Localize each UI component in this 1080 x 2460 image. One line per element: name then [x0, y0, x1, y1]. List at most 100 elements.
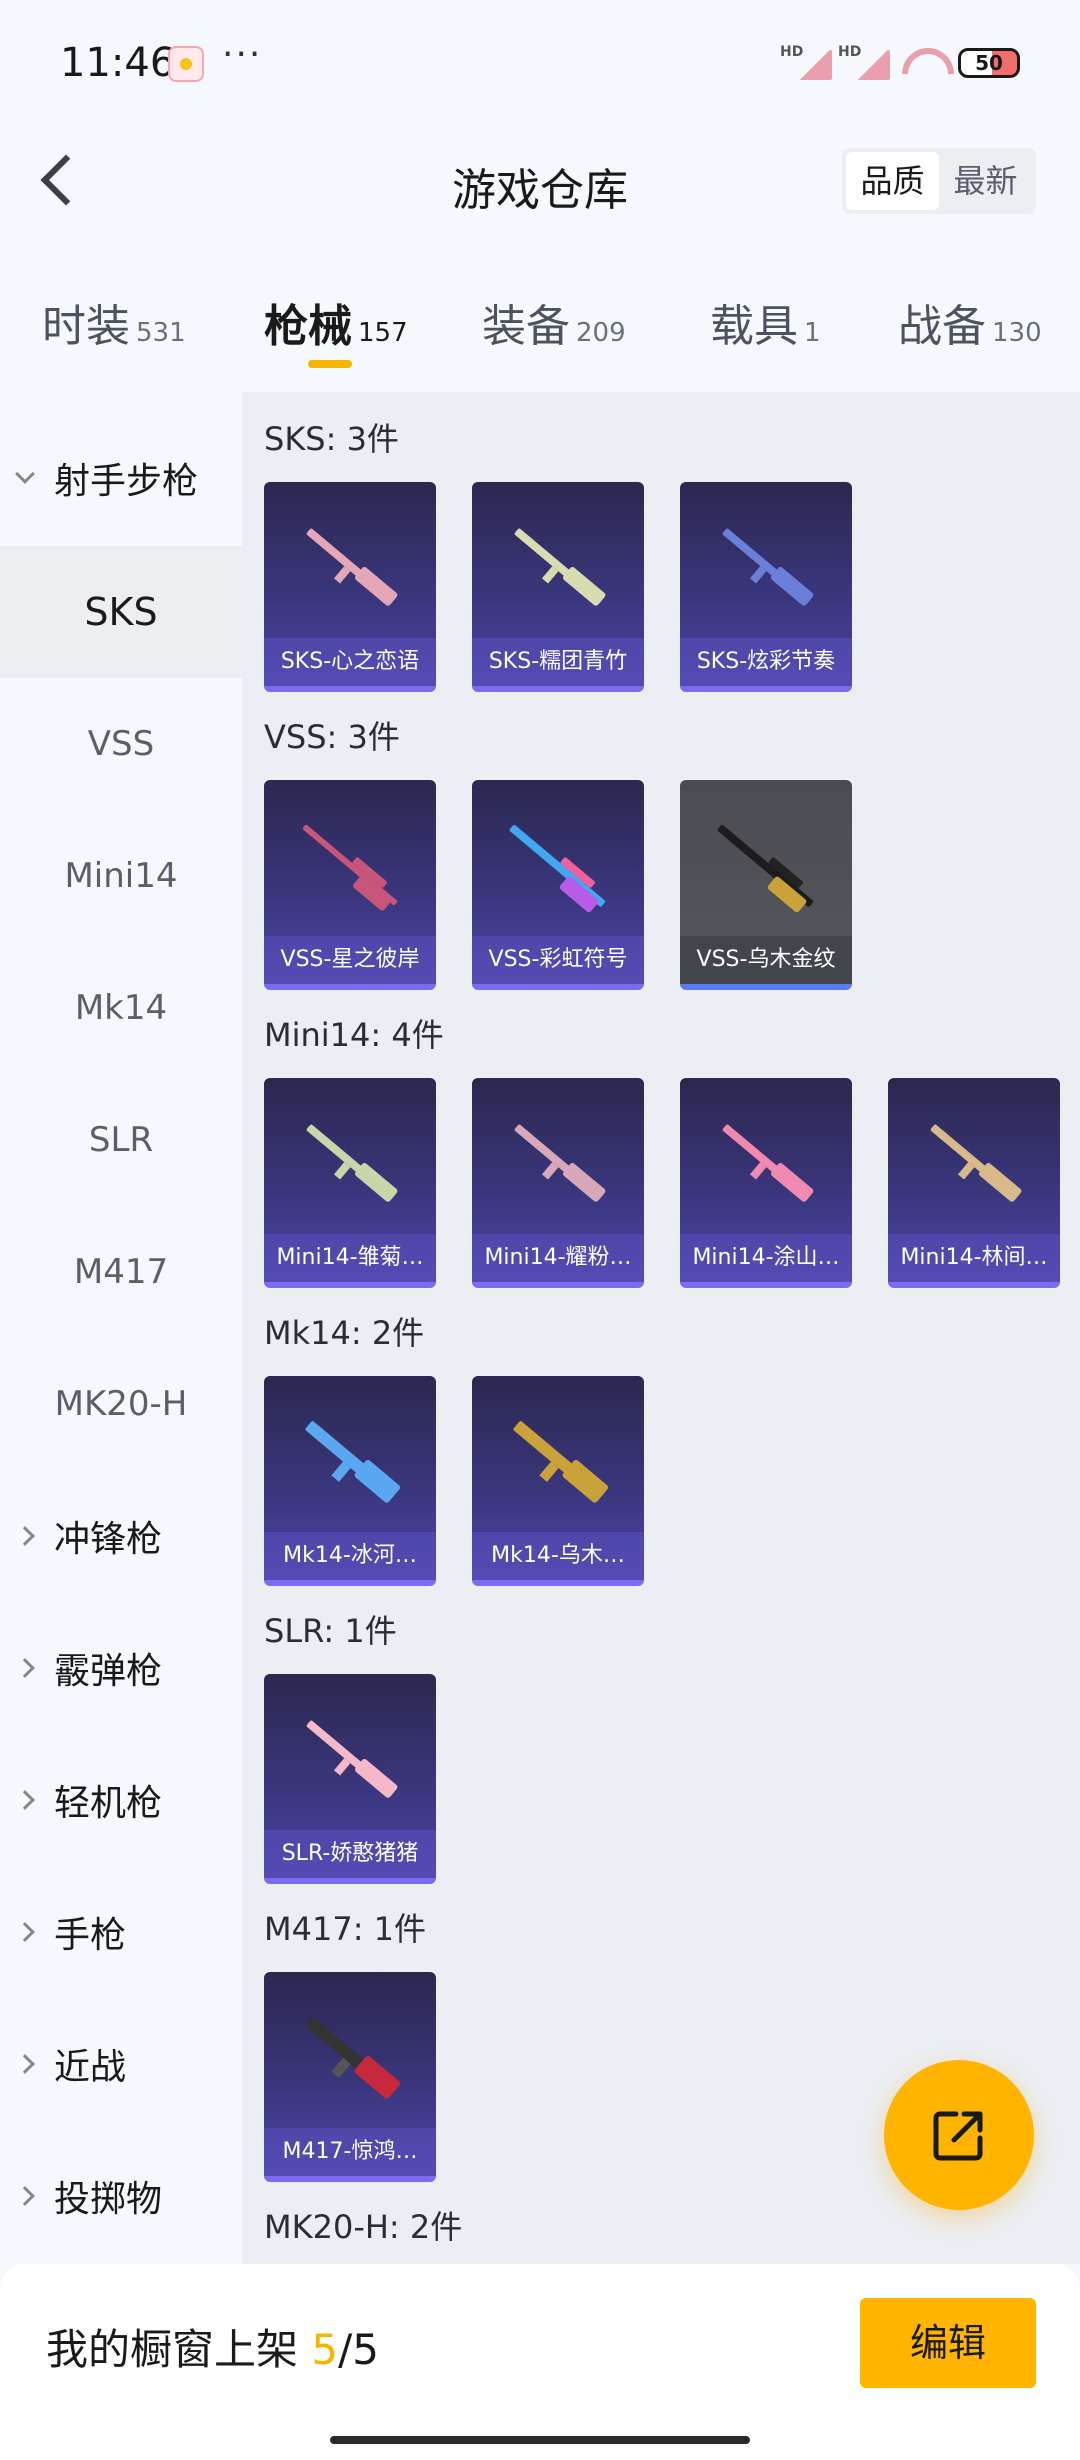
weapon-name: VSS-星之彼岸	[264, 936, 436, 984]
tab-equipment[interactable]: 装备 209	[482, 290, 626, 354]
tab-guns[interactable]: 枪械 157	[264, 290, 408, 354]
weapon-card[interactable]: Mini14-涂山…	[680, 1078, 852, 1288]
section-title-slr: SLR: 1件	[264, 1612, 397, 1650]
tab-count: 130	[992, 318, 1042, 348]
rifle-icon	[305, 1421, 401, 1503]
sidebar-group-label: 近战	[54, 2047, 127, 2088]
wifi-icon	[898, 44, 946, 80]
sidebar-group-label: 轻机枪	[54, 1783, 163, 1824]
edit-button[interactable]: 编辑	[860, 2298, 1036, 2388]
weapon-card[interactable]: Mini14-林间…	[888, 1078, 1060, 1288]
sort-latest-button[interactable]: 最新	[939, 152, 1032, 210]
chevron-down-icon	[15, 464, 35, 484]
tab-count: 1	[804, 318, 821, 348]
section-title-vss: VSS: 3件	[264, 718, 400, 756]
sniper-icon	[717, 824, 814, 913]
sidebar-group-melee[interactable]: 近战	[0, 1998, 242, 2130]
weapon-name: M417-惊鸿…	[264, 2128, 436, 2176]
sidebar-group-label: 冲锋枪	[54, 1519, 163, 1560]
sidebar-group-label: 霰弹枪	[54, 1651, 163, 1692]
rifle-icon	[514, 1124, 606, 1202]
sniper-icon	[509, 824, 606, 913]
home-indicator[interactable]	[330, 2436, 750, 2444]
sidebar-group-label: 投掷物	[54, 2179, 163, 2220]
tab-count: 157	[358, 318, 408, 348]
sort-quality-button[interactable]: 品质	[846, 152, 939, 210]
weapon-name: Mk14-乌木…	[472, 1532, 644, 1580]
sidebar-group-pistol[interactable]: 手枪	[0, 1866, 242, 1998]
tab-label: 装备	[482, 301, 570, 352]
weapon-card[interactable]: VSS-彩虹符号	[472, 780, 644, 990]
section-title-sks: SKS: 3件	[264, 420, 399, 458]
sniper-icon	[302, 824, 398, 911]
weapon-card[interactable]: Mini14-雏菊…	[264, 1078, 436, 1288]
status-time: 11:46	[60, 40, 176, 86]
tab-label: 时装	[42, 301, 130, 352]
weapon-name: SKS-糯团青竹	[472, 638, 644, 686]
weapon-card[interactable]: Mk14-乌木…	[472, 1376, 644, 1586]
sidebar-item-sks[interactable]: SKS	[0, 546, 242, 678]
weapon-name: SKS-心之恋语	[264, 638, 436, 686]
sidebar-item-mini14[interactable]: Mini14	[0, 810, 242, 942]
weapon-card[interactable]: SKS-糯团青竹	[472, 482, 644, 692]
tab-label: 战备	[898, 301, 986, 352]
chevron-right-icon	[15, 2054, 35, 2074]
category-tabs: 时装 531 枪械 157 装备 209 载具 1 战备 130	[0, 280, 1080, 370]
active-tab-indicator	[308, 360, 352, 368]
weapon-card[interactable]: SLR-娇憨猪猪	[264, 1674, 436, 1884]
chevron-right-icon	[15, 1658, 35, 1678]
section-title-m417: M417: 1件	[264, 1910, 427, 1948]
sidebar-item-mk14[interactable]: Mk14	[0, 942, 242, 1074]
sidebar-group-lmg[interactable]: 轻机枪	[0, 1734, 242, 1866]
chevron-right-icon	[15, 1526, 35, 1546]
weapon-card[interactable]: Mini14-耀粉…	[472, 1078, 644, 1288]
weapon-card[interactable]: SKS-炫彩节奏	[680, 482, 852, 692]
bottom-bar: 我的橱窗上架 5/5 编辑	[0, 2264, 1080, 2460]
signal-icon: HD	[780, 44, 832, 80]
showcase-total: /5	[338, 2325, 379, 2374]
tab-count: 531	[136, 318, 186, 348]
weapon-card[interactable]: Mk14-冰河…	[264, 1376, 436, 1586]
sidebar-group-throwable[interactable]: 投掷物	[0, 2130, 242, 2262]
rifle-icon	[306, 1124, 398, 1202]
more-notifications-icon: ···	[222, 34, 263, 75]
app-notification-icon	[168, 46, 204, 82]
chevron-right-icon	[15, 1790, 35, 1810]
weapon-name: Mini14-雏菊…	[264, 1234, 436, 1282]
weapon-list[interactable]: SKS: 3件 SKS-心之恋语 SKS-糯团青竹 SKS-炫彩节奏 VSS: …	[242, 392, 1080, 2264]
tab-fashion[interactable]: 时装 531	[42, 290, 186, 354]
sidebar-group-shotgun[interactable]: 霰弹枪	[0, 1602, 242, 1734]
weapon-card[interactable]: M417-惊鸿…	[264, 1972, 436, 2182]
sort-toggle: 品质 最新	[842, 148, 1036, 214]
sidebar-item-slr[interactable]: SLR	[0, 1074, 242, 1206]
sidebar-item-mk20h[interactable]: MK20-H	[0, 1338, 242, 1470]
tab-supplies[interactable]: 战备 130	[898, 290, 1042, 354]
weapon-name: Mk14-冰河…	[264, 1532, 436, 1580]
sidebar-group-marksman[interactable]: 射手步枪	[0, 412, 242, 544]
rifle-icon	[306, 1720, 398, 1798]
weapon-name: VSS-乌木金纹	[680, 936, 852, 984]
sidebar-item-vss[interactable]: VSS	[0, 678, 242, 810]
weapon-card[interactable]: SKS-心之恋语	[264, 482, 436, 692]
sidebar-item-m417[interactable]: M417	[0, 1206, 242, 1338]
tab-vehicles[interactable]: 载具 1	[710, 290, 821, 354]
weapon-card[interactable]: VSS-星之彼岸	[264, 780, 436, 990]
weapon-name: SLR-娇憨猪猪	[264, 1830, 436, 1878]
share-fab-button[interactable]	[884, 2060, 1034, 2210]
sidebar-group-label: 手枪	[54, 1915, 127, 1956]
rifle-icon	[513, 1421, 609, 1503]
sidebar-group-smg[interactable]: 冲锋枪	[0, 1470, 242, 1602]
weapon-card[interactable]: VSS-乌木金纹	[680, 780, 852, 990]
share-icon	[933, 2111, 983, 2161]
showcase-label: 我的橱窗上架	[46, 2325, 312, 2374]
rifle-icon	[306, 528, 398, 606]
weapon-name: VSS-彩虹符号	[472, 936, 644, 984]
section-title-mini14: Mini14: 4件	[264, 1016, 444, 1054]
showcase-count: 5	[311, 2325, 339, 2374]
weapon-name: Mini14-耀粉…	[472, 1234, 644, 1282]
rifle-icon	[514, 528, 606, 606]
weapon-name: SKS-炫彩节奏	[680, 638, 852, 686]
weapon-name: Mini14-涂山…	[680, 1234, 852, 1282]
chevron-right-icon	[15, 1922, 35, 1942]
tab-label: 枪械	[264, 301, 352, 352]
